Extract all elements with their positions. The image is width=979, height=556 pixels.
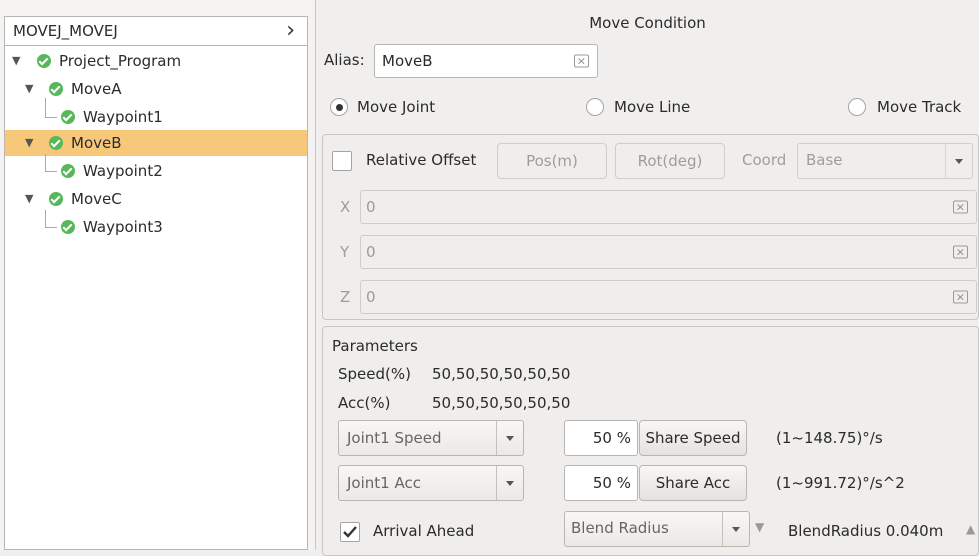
tree-node-waypoint2[interactable]: Waypoint2	[5, 154, 307, 184]
joint-acc-select[interactable]: Joint1 Acc	[338, 465, 524, 501]
acc-range: (1~991.72)°/s^2	[776, 474, 905, 492]
blend-radius-readout: BlendRadius 0.040m	[788, 522, 944, 540]
speed-values: 50,50,50,50,50,50	[432, 365, 571, 383]
blend-radius-value: Blend Radius	[571, 519, 669, 537]
tree-node-label: Waypoint2	[83, 162, 163, 180]
tree-connector	[45, 210, 46, 227]
share-speed-button[interactable]: Share Speed	[639, 420, 747, 456]
move-track-radio[interactable]	[848, 98, 866, 116]
coord-select[interactable]: Base	[797, 143, 973, 179]
speed-percent-value: 50 %	[592, 429, 631, 447]
move-track-label[interactable]: Move Track	[877, 98, 961, 116]
tree-header[interactable]: MOVEJ_MOVEJ ›	[4, 16, 308, 46]
joint-acc-value: Joint1 Acc	[347, 474, 421, 492]
check-status-icon	[49, 82, 63, 96]
tree-node-moveb[interactable]: ▼ MoveB	[5, 130, 307, 156]
expand-arrow-icon[interactable]: ▼	[12, 54, 20, 67]
tree-node-label: Project_Program	[59, 52, 182, 70]
tree-connector	[45, 117, 57, 118]
alias-value: MoveB	[382, 52, 433, 70]
chevron-down-icon	[496, 466, 523, 500]
move-joint-label[interactable]: Move Joint	[357, 98, 435, 116]
chevron-right-icon[interactable]: ›	[286, 18, 295, 43]
tree-node-waypoint1[interactable]: Waypoint1	[5, 98, 307, 130]
tree-connector	[45, 171, 57, 172]
parameters-title: Parameters	[332, 337, 418, 355]
move-line-radio[interactable]	[586, 98, 604, 116]
coord-value: Base	[806, 151, 843, 169]
panel-title: Move Condition	[589, 14, 706, 32]
joint-speed-value: Joint1 Speed	[347, 429, 442, 447]
y-label: Y	[340, 243, 350, 261]
clear-icon[interactable]: ×	[952, 200, 968, 214]
z-value: 0	[366, 288, 376, 306]
tree-connector	[45, 154, 46, 171]
expand-arrow-icon[interactable]: ▼	[25, 82, 33, 95]
check-status-icon	[37, 54, 51, 68]
x-label: X	[340, 198, 351, 216]
tree-node-project-program[interactable]: ▼ Project_Program	[5, 48, 307, 74]
speed-percent-input[interactable]: 50 %	[564, 420, 638, 456]
expand-arrow-icon[interactable]: ▼	[25, 192, 33, 205]
clear-icon[interactable]: ×	[573, 54, 589, 68]
tree-connector	[45, 98, 46, 117]
relative-offset-checkbox[interactable]	[332, 151, 352, 171]
check-status-icon	[61, 220, 75, 234]
x-value: 0	[366, 198, 376, 216]
acc-label: Acc(%)	[338, 394, 391, 412]
tree-node-movea[interactable]: ▼ MoveA	[5, 76, 307, 102]
coord-label: Coord	[742, 151, 787, 169]
check-status-icon	[61, 164, 75, 178]
move-joint-radio[interactable]	[330, 98, 348, 116]
tree-node-label: Waypoint3	[83, 218, 163, 236]
check-status-icon	[49, 192, 63, 206]
speed-range: (1~148.75)°/s	[776, 429, 883, 447]
z-label: Z	[340, 288, 351, 306]
check-status-icon	[49, 136, 63, 150]
acc-percent-input[interactable]: 50 %	[564, 465, 638, 501]
move-line-label[interactable]: Move Line	[614, 98, 690, 116]
acc-values: 50,50,50,50,50,50	[432, 394, 571, 412]
relative-offset-label[interactable]: Relative Offset	[366, 151, 476, 169]
tree-node-movec[interactable]: ▼ MoveC	[5, 186, 307, 212]
acc-percent-value: 50 %	[592, 474, 631, 492]
clear-icon[interactable]: ×	[952, 290, 968, 304]
chevron-down-icon	[722, 512, 749, 546]
joint-speed-select[interactable]: Joint1 Speed	[338, 420, 524, 456]
rot-button[interactable]: Rot(deg)	[615, 143, 725, 179]
program-tree: ▼ Project_Program ▼ MoveA Waypoint1 ▼ Mo…	[4, 46, 308, 550]
tree-header-title: MOVEJ_MOVEJ	[13, 22, 118, 40]
checkmark-icon	[343, 526, 357, 538]
tree-node-label: MoveA	[71, 80, 122, 98]
expand-arrow-icon[interactable]: ▼	[25, 136, 33, 149]
tree-connector	[45, 227, 57, 228]
alias-label: Alias:	[324, 51, 365, 69]
arrival-ahead-checkbox[interactable]	[340, 522, 360, 542]
pos-button[interactable]: Pos(m)	[497, 143, 607, 179]
chevron-down-icon	[496, 421, 523, 455]
chevron-down-icon	[945, 144, 972, 178]
speed-label: Speed(%)	[338, 365, 411, 383]
x-input[interactable]: 0 ×	[360, 190, 977, 224]
clear-icon[interactable]: ×	[952, 245, 968, 259]
check-status-icon	[61, 110, 75, 124]
spin-up-icon[interactable]: ▲	[966, 522, 975, 536]
blend-radius-select[interactable]: Blend Radius	[564, 511, 750, 547]
z-input[interactable]: 0 ×	[360, 280, 977, 314]
tree-node-label: MoveC	[71, 190, 122, 208]
share-acc-button[interactable]: Share Acc	[639, 465, 747, 501]
y-value: 0	[366, 243, 376, 261]
tree-node-label: MoveB	[71, 134, 122, 152]
spin-down-icon[interactable]: ▼	[755, 520, 764, 534]
tree-node-waypoint3[interactable]: Waypoint3	[5, 210, 307, 240]
y-input[interactable]: 0 ×	[360, 235, 977, 269]
alias-input[interactable]: MoveB ×	[374, 44, 598, 78]
tree-node-label: Waypoint1	[83, 108, 163, 126]
arrival-ahead-label[interactable]: Arrival Ahead	[373, 522, 474, 540]
